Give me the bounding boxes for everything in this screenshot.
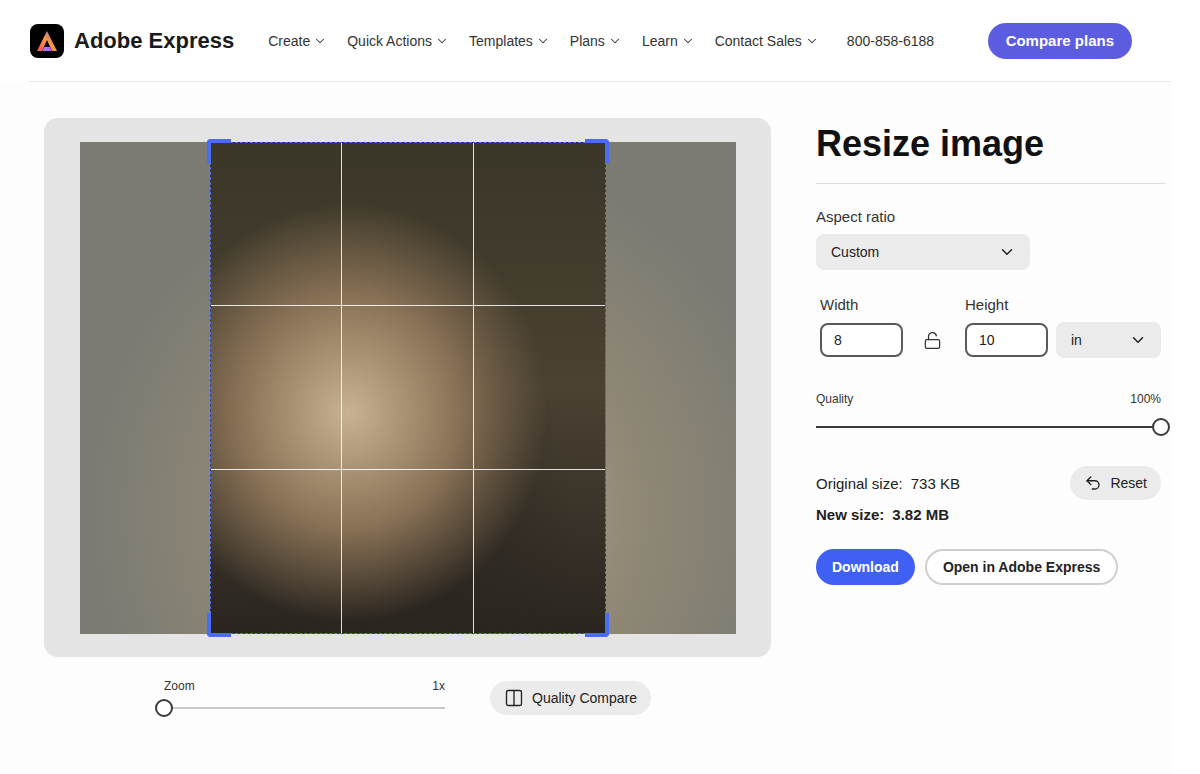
nav-item[interactable]: Contact Sales	[715, 29, 819, 53]
quality-control: Quality 100%	[816, 392, 1161, 436]
main: Zoom 1x Quality Compare Resize image Aspect …	[0, 82, 1172, 774]
chevron-down-icon	[608, 34, 622, 48]
nav-item[interactable]: Templates	[469, 29, 550, 53]
unlock-icon	[923, 331, 942, 350]
crop-grid-cell	[211, 143, 342, 306]
top-bar: Adobe Express Create Quick Actions Template…	[28, 0, 1172, 82]
download-button[interactable]: Download	[816, 549, 915, 585]
chevron-down-icon	[313, 34, 327, 48]
crop-grid-cell	[342, 306, 473, 469]
new-size: New size:3.82 MB	[816, 506, 1165, 523]
phone-number[interactable]: 800-858-6188	[847, 33, 934, 49]
nav-item[interactable]: Quick Actions	[347, 29, 449, 53]
chevron-down-icon	[536, 34, 550, 48]
aspect-ratio-field: Custom	[816, 234, 1165, 270]
crop-box[interactable]	[210, 142, 606, 634]
chevron-down-icon	[805, 34, 819, 48]
crop-handle[interactable]	[585, 139, 609, 163]
crop-grid-cell	[211, 470, 342, 633]
nav: Create Quick Actions Templates Plans Learn Co…	[268, 29, 934, 53]
quality-compare-button[interactable]: Quality Compare	[490, 681, 651, 715]
open-in-express-button[interactable]: Open in Adobe Express	[925, 549, 1118, 585]
panel-title: Resize image	[816, 122, 1165, 184]
quality-slider[interactable]	[816, 426, 1161, 428]
undo-icon	[1084, 474, 1102, 492]
logo[interactable]: Adobe Express	[30, 24, 234, 58]
nav-item[interactable]: Learn	[642, 29, 695, 53]
zoom-control: Zoom 1x	[164, 679, 445, 717]
slider-thumb[interactable]	[155, 699, 173, 717]
crop-grid-cell	[342, 143, 473, 306]
canvas-panel	[44, 118, 771, 657]
crop-grid-cell	[342, 470, 473, 633]
adobe-express-logo-icon[interactable]	[30, 24, 64, 58]
width-input[interactable]	[820, 323, 903, 357]
unit-select[interactable]: in	[1056, 322, 1161, 358]
split-compare-icon	[504, 688, 524, 708]
height-label: Height	[961, 296, 1048, 313]
chevron-down-icon	[681, 34, 695, 48]
editor-controls: Zoom 1x Quality Compare	[44, 679, 771, 717]
crop-handle[interactable]	[207, 613, 231, 637]
width-label: Width	[816, 296, 903, 313]
chevron-down-icon	[998, 243, 1016, 261]
size-fields: Width Height in	[816, 296, 1165, 358]
nav-item[interactable]: Create	[268, 29, 327, 53]
logo-text[interactable]: Adobe Express	[74, 28, 234, 54]
action-buttons: Download Open in Adobe Express	[816, 549, 1165, 585]
height-input[interactable]	[965, 323, 1048, 357]
editor: Zoom 1x Quality Compare	[44, 118, 771, 774]
crop-grid-cell	[211, 306, 342, 469]
zoom-slider[interactable]	[164, 707, 445, 709]
zoom-header: Zoom 1x	[164, 679, 445, 693]
resize-panel: Resize image Aspect ratio Custom Width Heigh…	[816, 118, 1165, 774]
crop-grid-cell	[474, 470, 605, 633]
photo	[80, 142, 736, 634]
aspect-ratio-label: Aspect ratio	[816, 208, 1165, 225]
slider-thumb[interactable]	[1152, 418, 1170, 436]
slider-fill	[816, 426, 1161, 428]
quality-header: Quality 100%	[816, 392, 1161, 406]
nav-item[interactable]: Plans	[570, 29, 622, 53]
original-size: Original size:733 KB	[816, 475, 960, 492]
quality-label: Quality	[816, 392, 853, 406]
aspect-ratio-select[interactable]: Custom	[816, 234, 1030, 270]
crop-handle[interactable]	[207, 139, 231, 163]
crop-grid-cell	[474, 306, 605, 469]
compare-plans-button[interactable]: Compare plans	[988, 23, 1132, 59]
chevron-down-icon	[435, 34, 449, 48]
reset-button[interactable]: Reset	[1070, 466, 1161, 500]
chevron-down-icon	[1129, 331, 1147, 349]
crop-grid-cell	[474, 143, 605, 306]
aspect-lock-button[interactable]	[903, 331, 961, 350]
original-size-row: Original size:733 KB Reset	[816, 466, 1161, 500]
zoom-label: Zoom	[164, 679, 195, 693]
crop-handle[interactable]	[585, 613, 609, 637]
page: Adobe Express Create Quick Actions Template…	[0, 0, 1200, 774]
quality-reading: 100%	[1130, 392, 1161, 406]
zoom-reading: 1x	[432, 679, 445, 693]
